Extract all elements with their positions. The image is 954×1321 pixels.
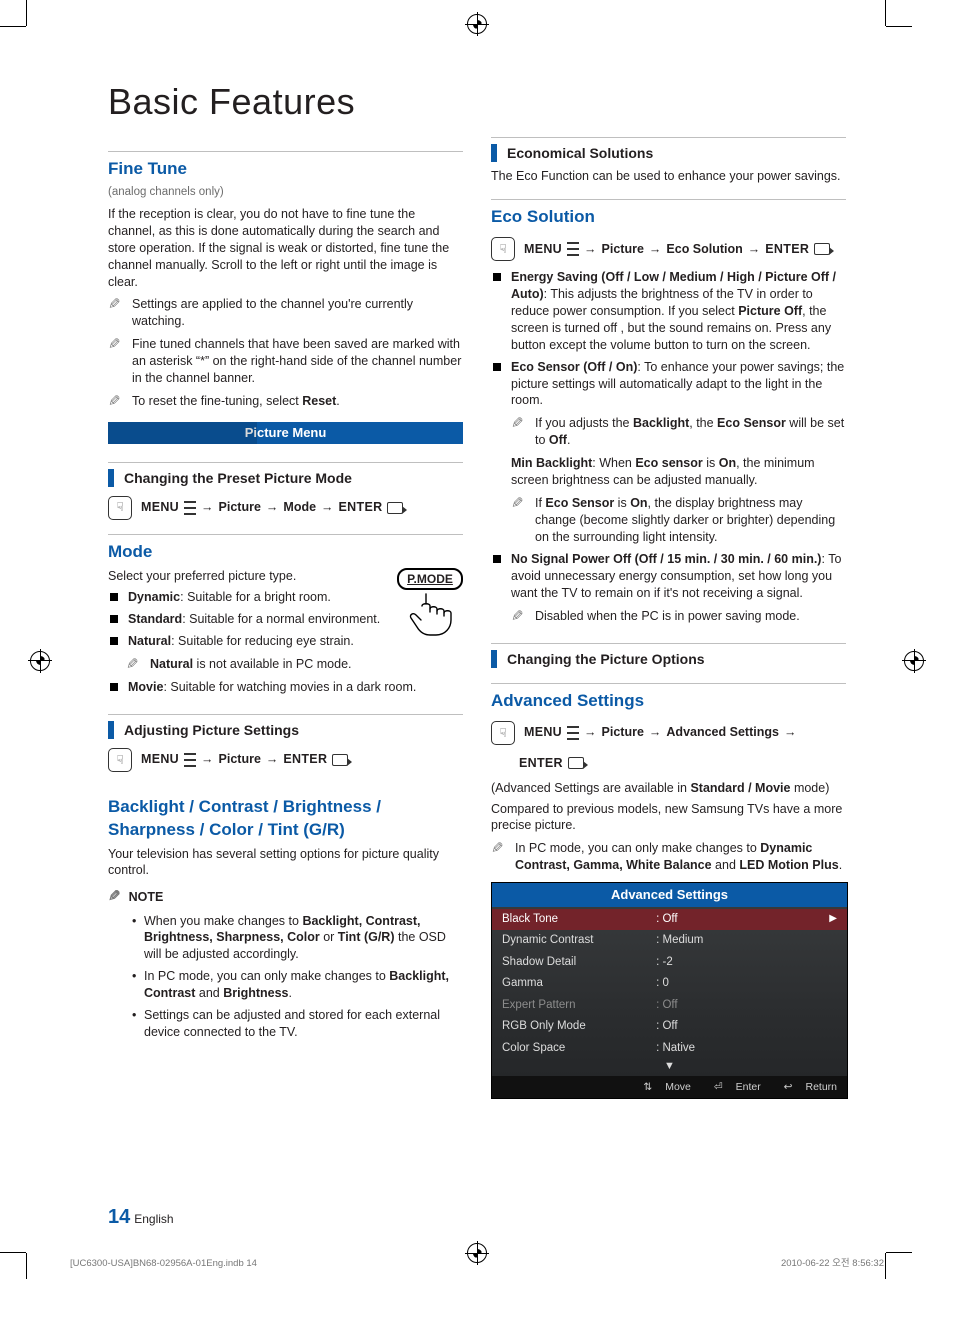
menu-path-advanced: ☟ MENU → Picture → Advanced Settings → E… bbox=[491, 721, 846, 772]
subnote-analog-only: (analog channels only) bbox=[108, 185, 463, 201]
enter-small-icon bbox=[714, 1080, 723, 1094]
eco-no-signal: No Signal Power Off (Off / 15 min. / 30 … bbox=[493, 551, 846, 625]
note-per-device: Settings can be adjusted and stored for … bbox=[132, 1007, 463, 1041]
registration-mark-icon bbox=[30, 651, 50, 671]
osd-row: Shadow Detail: -2 bbox=[502, 952, 837, 974]
enter-icon bbox=[568, 757, 584, 769]
note-icon bbox=[491, 841, 507, 856]
registration-mark-icon bbox=[467, 14, 487, 34]
mode-item-standard: Standard: Suitable for a normal environm… bbox=[110, 611, 463, 628]
menu-list-icon bbox=[567, 242, 579, 256]
menu-button-icon: ☟ bbox=[108, 496, 132, 520]
osd-hint-bar: Move Enter Return bbox=[492, 1076, 847, 1098]
tip-current-channel: Settings are applied to the channel you'… bbox=[108, 296, 463, 330]
osd-title: Advanced Settings bbox=[492, 883, 847, 907]
heading-adjust-picture: Adjusting Picture Settings bbox=[108, 714, 463, 740]
osd-advanced-settings: Advanced Settings Black Tone: OffDynamic… bbox=[491, 882, 848, 1099]
menu-path-eco: ☟ MENU → Picture → Eco Solution → ENTER bbox=[491, 237, 846, 261]
eco-energy-saving: Energy Saving (Off / Low / Medium / High… bbox=[493, 269, 846, 353]
enter-icon bbox=[814, 243, 830, 255]
menu-button-icon: ☟ bbox=[491, 237, 515, 261]
osd-row: Dynamic Contrast: Medium bbox=[502, 930, 837, 952]
print-metadata: [UC6300-USA]BN68-02956A-01Eng.indb 14 20… bbox=[70, 1258, 884, 1271]
osd-more-indicator: ▼ bbox=[492, 1059, 847, 1076]
note-icon bbox=[511, 416, 527, 431]
note-osd-adjust: When you make changes to Backlight, Cont… bbox=[132, 913, 463, 964]
heading-fine-tune: Fine Tune bbox=[108, 151, 463, 181]
heading-eco-solution: Eco Solution bbox=[491, 199, 846, 229]
heading-mode: Mode bbox=[108, 534, 463, 564]
updown-icon bbox=[643, 1080, 652, 1094]
note-icon bbox=[511, 496, 527, 511]
note-icon bbox=[108, 297, 124, 312]
menu-button-icon: ☟ bbox=[108, 748, 132, 772]
heading-change-options: Changing the Picture Options bbox=[491, 643, 846, 669]
heading-economical: Economical Solutions bbox=[491, 137, 846, 163]
picture-menu-banner: Picture Menu bbox=[108, 422, 463, 444]
heading-advanced-settings: Advanced Settings bbox=[491, 683, 846, 713]
advanced-precise: Compared to previous models, new Samsung… bbox=[491, 801, 846, 835]
menu-list-icon bbox=[184, 501, 196, 515]
note-icon bbox=[511, 609, 527, 624]
osd-row: RGB Only Mode: Off bbox=[502, 1016, 837, 1038]
enter-icon bbox=[332, 754, 348, 766]
registration-mark-icon bbox=[904, 651, 924, 671]
tip-reset: To reset the fine-tuning, select Reset. bbox=[108, 393, 463, 410]
tip-asterisk: Fine tuned channels that have been saved… bbox=[108, 336, 463, 387]
osd-row: Black Tone: Off bbox=[492, 909, 847, 931]
osd-row: Gamma: 0 bbox=[502, 973, 837, 995]
heading-six-params: Backlight / Contrast / Brightness / Shar… bbox=[108, 786, 463, 842]
page-footer: 14English bbox=[108, 1204, 174, 1231]
menu-list-icon bbox=[567, 726, 579, 740]
fine-tune-body: If the reception is clear, you do not ha… bbox=[108, 206, 463, 290]
note-icon bbox=[108, 337, 124, 352]
mode-item-dynamic: Dynamic: Suitable for a bright room. bbox=[110, 589, 463, 606]
heading-change-preset: Changing the Preset Picture Mode bbox=[108, 462, 463, 488]
mode-item-movie: Movie: Suitable for watching movies in a… bbox=[110, 679, 463, 696]
note-heading: NOTE bbox=[108, 887, 463, 907]
osd-row: Expert Pattern: Off bbox=[502, 995, 837, 1017]
return-icon bbox=[784, 1080, 793, 1094]
advanced-availability: (Advanced Settings are available in Stan… bbox=[491, 780, 846, 797]
menu-button-icon: ☟ bbox=[491, 721, 515, 745]
tip-pc-advanced: In PC mode, you can only make changes to… bbox=[491, 840, 846, 874]
enter-icon bbox=[387, 502, 403, 514]
six-params-body: Your television has several setting opti… bbox=[108, 846, 463, 880]
note-pc-mode-limits: In PC mode, you can only make changes to… bbox=[132, 968, 463, 1002]
pmode-button-label: P.MODE bbox=[397, 568, 463, 590]
menu-path-picture: ☟ MENU → Picture → ENTER bbox=[108, 748, 463, 772]
economical-body: The Eco Function can be used to enhance … bbox=[491, 168, 846, 185]
page-title: Basic Features bbox=[108, 78, 846, 127]
eco-sensor: Eco Sensor (Off / On): To enhance your p… bbox=[493, 359, 846, 546]
note-icon bbox=[108, 394, 124, 409]
mode-item-natural: Natural: Suitable for reducing eye strai… bbox=[110, 633, 463, 673]
note-icon bbox=[126, 657, 142, 672]
menu-list-icon bbox=[184, 753, 196, 767]
osd-row: Color Space: Native bbox=[502, 1038, 837, 1060]
menu-path-mode: ☟ MENU → Picture → Mode → ENTER bbox=[108, 496, 463, 520]
